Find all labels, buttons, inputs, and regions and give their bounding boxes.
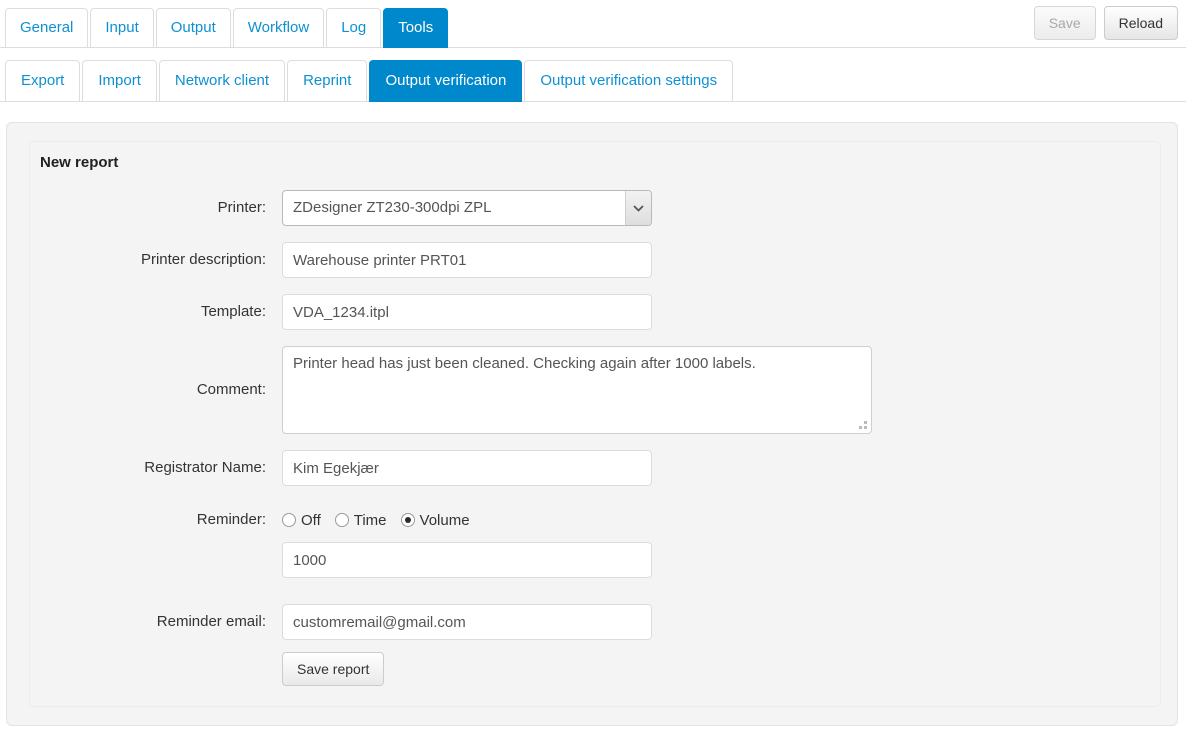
registrator-name-input[interactable] — [282, 450, 652, 486]
form-row-printer: Printer: ZDesigner ZT230-300dpi ZPL — [30, 190, 1160, 226]
reminder-option-volume[interactable]: Volume — [400, 511, 470, 529]
reload-button[interactable]: Reload — [1103, 6, 1178, 40]
reminder-option-volume-label: Volume — [419, 511, 470, 529]
tab-network-client[interactable]: Network client — [158, 60, 286, 102]
tab-export[interactable]: Export — [5, 60, 81, 102]
reminder-option-off-label: Off — [301, 511, 321, 529]
primary-tabs: General Input Output Workflow Log Tools — [5, 8, 449, 48]
reminder-control: Off Time Volume — [282, 502, 1160, 538]
reminder-email-input[interactable] — [282, 604, 652, 640]
form-row-comment: Comment: Printer head has just been clea… — [30, 346, 1160, 434]
tab-log[interactable]: Log — [326, 8, 382, 48]
registrator-name-control — [282, 450, 1160, 486]
tab-reprint[interactable]: Reprint — [287, 60, 368, 102]
form-row-printer-description: Printer description: — [30, 242, 1160, 278]
comment-label: Comment: — [196, 381, 266, 398]
reminder-option-time-label: Time — [353, 511, 387, 529]
reminder-value-control — [282, 542, 1160, 578]
tab-output-verification-settings[interactable]: Output verification settings — [524, 60, 734, 102]
reminder-email-label: Reminder email: — [156, 613, 266, 630]
printer-description-label: Printer description: — [140, 251, 266, 268]
page-title: New report — [40, 154, 119, 171]
tab-output[interactable]: Output — [155, 8, 231, 48]
printer-control: ZDesigner ZT230-300dpi ZPL — [282, 190, 1160, 226]
save-report-button[interactable]: Save report — [282, 652, 385, 686]
tab-output-verification[interactable]: Output verification — [369, 60, 523, 102]
template-label: Template: — [200, 303, 266, 320]
tab-workflow[interactable]: Workflow — [232, 8, 325, 48]
tab-tools[interactable]: Tools — [383, 8, 449, 48]
tab-import[interactable]: Import — [82, 60, 157, 102]
printer-description-control — [282, 242, 1160, 278]
template-control — [282, 294, 1160, 330]
primary-tab-bar: General Input Output Workflow Log Tools … — [0, 0, 1186, 48]
printer-select-value[interactable]: ZDesigner ZT230-300dpi ZPL — [282, 190, 652, 226]
save-report-control: Save report — [282, 652, 1160, 686]
reminder-radio-group: Off Time Volume — [282, 502, 1160, 538]
reminder-value-input[interactable] — [282, 542, 652, 578]
form-row-registrator-name: Registrator Name: — [30, 450, 1160, 486]
form-row-reminder: Reminder: Off Time Volume — [30, 502, 1160, 538]
comment-control: Printer head has just been cleaned. Chec… — [282, 346, 1160, 434]
content-panel: New report Printer: ZDesigner ZT230-300d… — [6, 122, 1178, 726]
printer-description-input[interactable] — [282, 242, 652, 278]
reminder-option-off[interactable]: Off — [282, 512, 321, 529]
comment-textarea-wrap: Printer head has just been cleaned. Chec… — [282, 346, 872, 434]
secondary-tabs: Export Import Network client Reprint Out… — [5, 60, 734, 102]
reminder-email-control — [282, 604, 1160, 640]
radio-time-icon[interactable] — [334, 513, 349, 527]
reminder-option-time[interactable]: Time — [334, 511, 387, 529]
printer-select[interactable]: ZDesigner ZT230-300dpi ZPL — [282, 190, 652, 226]
chevron-down-icon[interactable] — [625, 191, 651, 225]
header-actions: Save Reload — [1033, 6, 1178, 40]
form-row-save-report: Save report — [30, 652, 1160, 686]
registrator-name-label: Registrator Name: — [144, 459, 266, 476]
tab-input[interactable]: Input — [90, 8, 154, 48]
reminder-label: Reminder: — [196, 511, 266, 528]
radio-volume-icon[interactable] — [400, 513, 415, 527]
new-report-fieldset: New report Printer: ZDesigner ZT230-300d… — [29, 141, 1161, 707]
radio-off-icon[interactable] — [282, 513, 296, 527]
new-report-form: Printer: ZDesigner ZT230-300dpi ZPL Prin… — [30, 190, 1160, 702]
form-row-reminder-email: Reminder email: — [30, 604, 1160, 640]
printer-label: Printer: — [217, 199, 266, 216]
save-button[interactable]: Save — [1033, 6, 1096, 40]
form-row-reminder-value — [30, 542, 1160, 578]
secondary-tab-bar: Export Import Network client Reprint Out… — [0, 48, 1186, 102]
form-row-template: Template: — [30, 294, 1160, 330]
comment-textarea[interactable]: Printer head has just been cleaned. Chec… — [282, 346, 872, 434]
template-input[interactable] — [282, 294, 652, 330]
tab-general[interactable]: General — [5, 8, 89, 48]
